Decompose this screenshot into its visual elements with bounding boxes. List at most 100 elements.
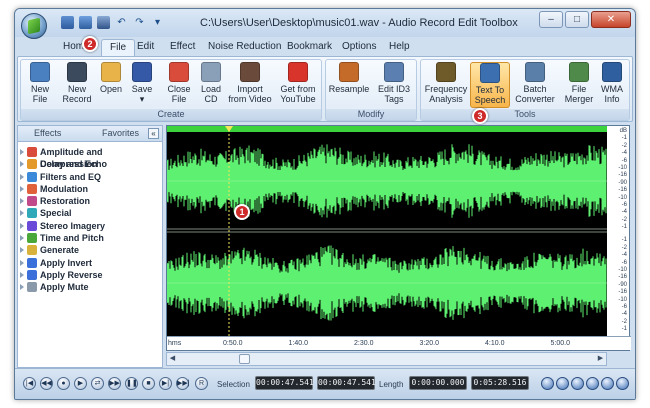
go-to-end-button[interactable]: ▶▶| [176, 377, 190, 390]
zoom-all-icon[interactable] [586, 377, 599, 390]
effect-item[interactable]: Apply Mute [18, 281, 162, 293]
get-from-youtube-button[interactable]: Get from YouTube [277, 62, 319, 104]
tab-bookmark[interactable]: Bookmark [287, 41, 332, 52]
record-mode-button[interactable]: R [195, 377, 208, 390]
scroll-thumb[interactable] [239, 354, 250, 364]
import-from-video-button[interactable]: Import from Video [227, 62, 273, 104]
expand-arrow-icon[interactable] [20, 235, 24, 242]
expand-arrow-icon[interactable] [20, 210, 24, 217]
frequency-analysis-button[interactable]: Frequency Analysis [424, 62, 468, 104]
close-button[interactable]: ✕ [591, 11, 631, 28]
redo-icon[interactable]: ↷ [133, 16, 146, 29]
save-button[interactable]: Save ▾ [127, 62, 157, 104]
tab-effect[interactable]: Effect [170, 41, 195, 52]
save-dropdown-icon[interactable]: ▾ [140, 94, 145, 104]
play-button[interactable]: ▶ [74, 377, 87, 390]
loop-button[interactable]: ⇄ [91, 377, 104, 390]
wma-info-button[interactable]: WMA Info [597, 62, 627, 104]
quick-save-icon[interactable] [97, 16, 110, 29]
length-start-field[interactable]: 0:00:00.000 [409, 376, 467, 390]
scroll-left-icon[interactable]: ◀ [167, 353, 178, 365]
go-to-start-button[interactable]: |◀ [23, 377, 36, 390]
expand-arrow-icon[interactable] [20, 222, 24, 229]
group-label-tools: Tools [421, 109, 629, 120]
effect-item[interactable]: Modulation [18, 183, 162, 195]
text-to-speech-button[interactable]: Text To Speech [470, 62, 510, 108]
zoom-out-icon[interactable] [556, 377, 569, 390]
app-logo-icon [28, 17, 40, 35]
expand-arrow-icon[interactable] [20, 259, 24, 266]
effect-item[interactable]: Delay and Echo [18, 158, 162, 170]
microphone-icon [67, 62, 87, 82]
effect-item[interactable]: Amplitude and Compression [18, 146, 162, 169]
db-tick-label: dB [619, 128, 627, 134]
effect-item[interactable]: Special [18, 207, 162, 219]
effect-item[interactable]: Generate [18, 244, 162, 256]
open-button[interactable]: Open [97, 62, 125, 94]
batch-converter-button[interactable]: Batch Converter [513, 62, 557, 104]
title-bar: ↶ ↷ ▾ C:\Users\User\Desktop\music01.wav … [15, 9, 635, 39]
expand-arrow-icon[interactable] [20, 271, 24, 278]
effect-item[interactable]: Stereo Imagery [18, 220, 162, 232]
effect-item[interactable]: Filters and EQ [18, 171, 162, 183]
tab-options[interactable]: Options [342, 41, 376, 52]
tab-favorites[interactable]: Favorites [102, 128, 139, 138]
scroll-right-icon[interactable]: ▶ [595, 353, 606, 365]
expand-arrow-icon[interactable] [20, 185, 24, 192]
collapse-panel-icon[interactable]: « [148, 128, 159, 139]
stop-button[interactable]: ■ [142, 377, 155, 390]
zoom-vertical-in-icon[interactable] [601, 377, 614, 390]
qat-dropdown-icon[interactable]: ▾ [151, 16, 164, 29]
maximize-button[interactable]: □ [565, 11, 589, 28]
tab-effects[interactable]: Effects [34, 128, 61, 138]
zoom-in-icon[interactable] [541, 377, 554, 390]
waveform-plot[interactable] [167, 126, 607, 336]
edit-id3-tags-button[interactable]: Edit ID3 Tags [374, 62, 414, 104]
pause-button[interactable]: ❚❚ [125, 377, 138, 390]
expand-arrow-icon[interactable] [20, 247, 24, 254]
waveform-view[interactable]: dB -1 -2 -4 -6 -10 -16 -90 -16 -10 -6 -4 -2 -1 -1 -2 -4-… [166, 125, 631, 351]
effect-item[interactable]: Apply Reverse [18, 269, 162, 281]
tab-noise-reduction[interactable]: Noise Reduction [208, 41, 281, 52]
expand-arrow-icon[interactable] [20, 198, 24, 205]
next-button[interactable]: ▶| [159, 377, 172, 390]
selection-end-field[interactable]: 00:00:47.541 [317, 376, 376, 390]
close-file-button[interactable]: Close File [165, 62, 193, 104]
effect-item[interactable]: Restoration [18, 195, 162, 207]
rewind-button[interactable]: ◀◀ [40, 377, 53, 390]
file-merger-button[interactable]: File Merger [563, 62, 595, 104]
load-cd-button[interactable]: Load CD [198, 62, 224, 104]
app-menu-orb[interactable] [21, 13, 47, 39]
minimize-button[interactable]: – [539, 11, 563, 28]
tab-file[interactable]: File [101, 39, 136, 56]
ribbon-group-create: New File New Record Open Save ▾ Close Fil… [20, 59, 322, 121]
expand-arrow-icon[interactable] [20, 284, 24, 291]
new-file-button[interactable]: New File [25, 62, 55, 104]
effect-item[interactable]: Time and Pitch [18, 232, 162, 244]
quick-open-icon[interactable] [79, 16, 92, 29]
db-scale: dB -1 -2 -4 -6 -10 -16 -90 -16 -10 -6 -4 -2 -1 -1 -2 -4-… [607, 126, 629, 338]
record-button[interactable]: ● [57, 377, 70, 390]
zoom-vertical-out-icon[interactable] [616, 377, 629, 390]
effect-item[interactable]: Apply Invert [18, 257, 162, 269]
resample-button[interactable]: Resample [328, 62, 370, 94]
db-tick-label: -6 [621, 304, 627, 310]
expand-arrow-icon[interactable] [20, 173, 24, 180]
undo-icon[interactable]: ↶ [115, 16, 128, 29]
db-tick-label: -2 [621, 216, 627, 223]
length-end-field[interactable]: 0:05:28.516 [471, 376, 529, 390]
time-unit-label: hms [168, 340, 182, 347]
quick-new-icon[interactable] [61, 16, 74, 29]
db-tick-label: -6 [621, 157, 627, 164]
expand-arrow-icon[interactable] [20, 161, 24, 168]
effect-icon [27, 269, 37, 280]
fast-forward-button[interactable]: ▶▶ [108, 377, 121, 390]
tab-help[interactable]: Help [389, 41, 410, 52]
selection-start-field[interactable]: 00:00:47.541 [255, 376, 314, 390]
zoom-selection-icon[interactable] [571, 377, 584, 390]
horizontal-scrollbar[interactable]: ◀ ▶ [166, 352, 607, 366]
spectrum-icon [436, 62, 456, 82]
tab-edit[interactable]: Edit [137, 41, 154, 52]
expand-arrow-icon[interactable] [20, 149, 24, 155]
new-record-button[interactable]: New Record [59, 62, 95, 104]
